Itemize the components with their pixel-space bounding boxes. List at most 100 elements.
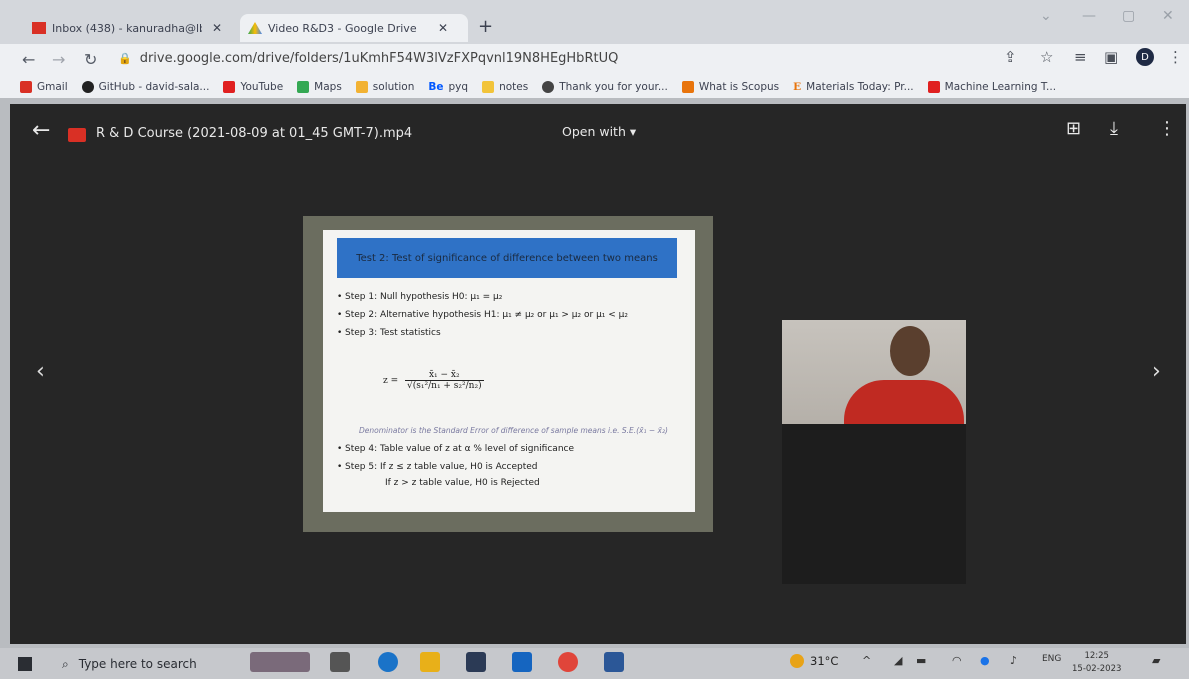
bookmark-github[interactable]: GitHub - david-sala... [81, 81, 209, 93]
maps-icon [297, 81, 310, 93]
download-icon[interactable]: ⤓ [1110, 118, 1118, 139]
bookmarks-bar: Gmail GitHub - david-sala... YouTube Map… [0, 76, 1189, 98]
word-icon[interactable] [604, 652, 624, 672]
show-hidden-icons-icon[interactable]: ^ [862, 654, 871, 667]
bookmark-solution[interactable]: solution [355, 81, 414, 93]
close-tab-icon[interactable]: ✕ [212, 21, 222, 35]
taskbar-search[interactable]: ⌕ Type here to search [54, 652, 240, 676]
drive-icon [248, 22, 262, 34]
elsevier-icon: E [793, 81, 802, 93]
viewer-toolbar: ← R & D Course (2021-08-09 at 01_45 GMT-… [10, 104, 1186, 156]
video-file-icon [68, 128, 86, 142]
bookmark-maps[interactable]: Maps [297, 81, 342, 93]
task-view-icon[interactable] [330, 652, 350, 672]
youtube-icon [927, 81, 940, 93]
bookmark-star-icon[interactable]: ☆ [1040, 48, 1053, 66]
slide-step-2: • Step 2: Alternative hypothesis H1: μ₁ ≠… [337, 310, 629, 320]
new-tab-button[interactable]: + [478, 16, 493, 37]
temperature: 31°C [810, 654, 839, 668]
back-icon[interactable]: ← [22, 50, 35, 69]
tab-google-drive[interactable]: Video R&D3 - Google Drive ✕ [240, 14, 468, 42]
profile-avatar[interactable]: D [1136, 48, 1154, 66]
tab-search-icon[interactable]: ⌄ [1040, 8, 1052, 24]
next-file-chevron-icon[interactable]: › [1152, 359, 1161, 384]
slide-step-4: • Step 4: Table value of z at α % level o… [337, 444, 575, 454]
lock-icon: 🔒 [118, 51, 132, 65]
formula-numerator: x̄₁ − x̄₂ [405, 370, 484, 381]
file-explorer-icon[interactable] [420, 652, 440, 672]
chrome-icon[interactable] [558, 652, 578, 672]
video-dark-area [782, 424, 966, 584]
taskbar-clock[interactable]: 12:25 15-02-2023 [1072, 650, 1121, 676]
reading-list-icon[interactable]: ≡ [1074, 48, 1087, 66]
mail-icon[interactable] [512, 652, 532, 672]
edge-icon[interactable] [378, 652, 398, 672]
notes-icon [482, 81, 495, 93]
open-with-button[interactable]: Open with ▾ [562, 124, 636, 139]
close-viewer-arrow-icon[interactable]: ← [32, 118, 50, 143]
close-tab-icon[interactable]: ✕ [438, 21, 448, 35]
bookmark-machine-learning[interactable]: Machine Learning T... [927, 81, 1056, 93]
onedrive-icon[interactable]: ● [980, 654, 990, 667]
solution-icon [355, 81, 368, 93]
wifi-icon[interactable]: ◠ [952, 654, 962, 667]
battery-icon[interactable]: ▬ [916, 654, 926, 667]
windows-start-icon[interactable] [18, 657, 32, 671]
previous-file-chevron-icon[interactable]: ‹ [36, 359, 45, 384]
weather-widget[interactable]: 31°C [790, 654, 838, 668]
scopus-icon [681, 81, 694, 93]
more-actions-icon[interactable]: ⋮ [1158, 118, 1176, 139]
slide-note: Denominator is the Standard Error of dif… [359, 426, 668, 435]
tab-title: Video R&D3 - Google Drive [268, 21, 417, 35]
url-text: drive.google.com/drive/folders/1uKmhF54W… [139, 50, 619, 66]
notifications-icon[interactable]: ▰ [1152, 654, 1160, 667]
clock-date: 15-02-2023 [1072, 664, 1122, 674]
volume-icon[interactable]: ♪ [1010, 654, 1017, 667]
language-indicator[interactable]: ENG [1042, 654, 1061, 664]
slide-step-3: • Step 3: Test statistics [337, 328, 441, 338]
youtube-icon [223, 81, 236, 93]
slide-step-5: • Step 5: If z ≤ z table value, H0 is Acc… [337, 462, 538, 472]
slide-title: Test 2: Test of significance of differen… [337, 238, 677, 278]
close-window-icon[interactable]: ✕ [1162, 8, 1174, 24]
formula-denominator: √(s₁²/n₁ + s₂²/n₂) [407, 381, 482, 391]
reload-icon[interactable]: ↻ [84, 50, 97, 69]
slide-step-1: • Step 1: Null hypothesis H0: μ₁ = μ₂ [337, 292, 503, 302]
search-highlight-image [250, 652, 310, 672]
bookmark-scopus[interactable]: What is Scopus [681, 81, 779, 93]
bookmark-gmail[interactable]: Gmail [20, 81, 68, 93]
bookmark-thank-you[interactable]: Thank you for your... [542, 81, 668, 93]
bookmark-materials-today[interactable]: E Materials Today: Pr... [793, 81, 913, 93]
share-icon[interactable]: ⇪ [1004, 48, 1017, 66]
github-icon [81, 81, 94, 93]
url-field[interactable]: 🔒 drive.google.com/drive/folders/1uKmhF5… [118, 46, 988, 70]
menu-kebab-icon[interactable]: ⋮ [1168, 48, 1183, 66]
search-icon: ⌕ [62, 656, 69, 671]
add-to-drive-icon[interactable]: ⊞ [1066, 118, 1081, 139]
presenter-head [890, 326, 930, 376]
slide-step-5-cont: If z > z table value, H0 is Rejected [385, 478, 540, 488]
file-name: R & D Course (2021-08-09 at 01_45 GMT-7)… [96, 126, 413, 141]
globe-icon [542, 81, 555, 93]
maximize-icon[interactable]: ▢ [1122, 8, 1135, 24]
video-viewer: ← R & D Course (2021-08-09 at 01_45 GMT-… [10, 104, 1186, 644]
video-frame[interactable]: Test 2: Test of significance of differen… [303, 216, 713, 532]
bookmark-notes[interactable]: notes [482, 81, 528, 93]
bookmark-youtube[interactable]: YouTube [223, 81, 283, 93]
z-statistic-formula: z = x̄₁ − x̄₂ √(s₁²/n₁ + s₂²/n₂) [383, 370, 484, 391]
store-icon[interactable] [466, 652, 486, 672]
presenter-body [844, 380, 964, 424]
gmail-icon [32, 22, 46, 34]
gmail-icon [20, 81, 32, 93]
presentation-slide: Test 2: Test of significance of differen… [323, 230, 695, 512]
search-placeholder: Type here to search [78, 657, 197, 671]
forward-icon[interactable]: → [52, 50, 65, 69]
minimize-icon[interactable]: — [1082, 8, 1096, 24]
tab-title: Inbox (438) - kanuradha@lbce.i [52, 21, 202, 35]
bookmark-pyq[interactable]: Be pyq [428, 81, 468, 93]
sun-icon [790, 654, 804, 668]
tab-inbox[interactable]: Inbox (438) - kanuradha@lbce.i ✕ [24, 14, 236, 42]
side-panel-icon[interactable]: ▣ [1104, 48, 1118, 66]
network-icon[interactable]: ◢ [894, 654, 902, 667]
behance-icon: Be [428, 81, 444, 93]
